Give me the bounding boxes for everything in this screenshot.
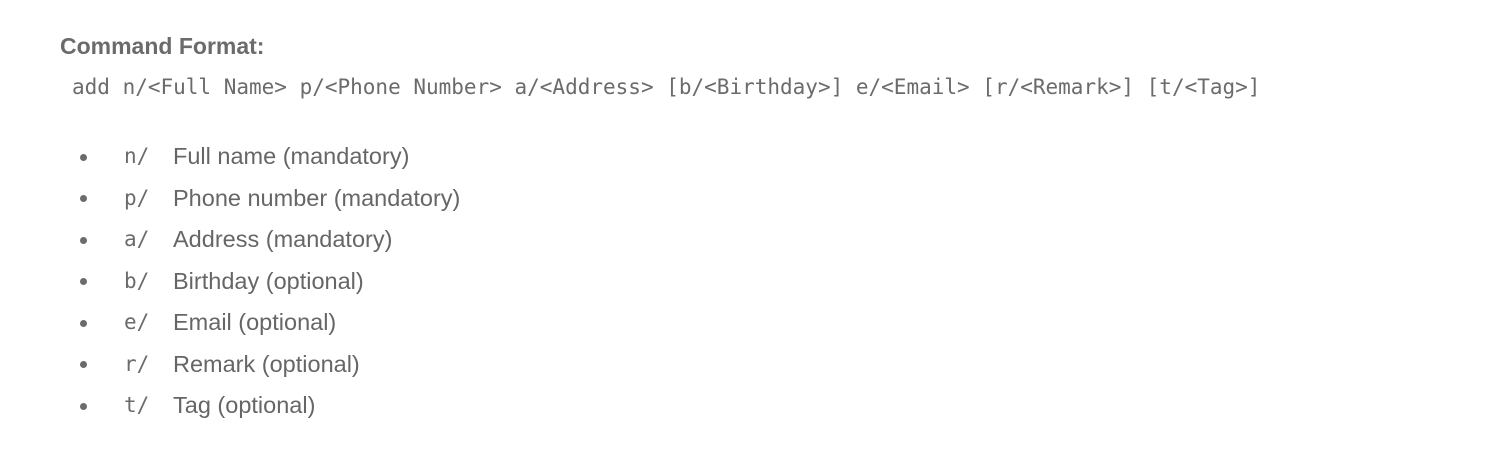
parameter-item-name: n/ Full name (mandatory) xyxy=(60,136,1480,178)
command-format-section: Command Format: add n/<Full Name> p/<Pho… xyxy=(60,30,1480,427)
parameter-item-phone: p/ Phone number (mandatory) xyxy=(60,178,1480,220)
parameter-description: Birthday (optional) xyxy=(173,267,364,294)
parameter-description: Tag (optional) xyxy=(173,392,316,418)
parameter-description: Phone number (mandatory) xyxy=(173,184,461,211)
parameter-description: Remark (optional) xyxy=(173,350,360,377)
bullet-icon xyxy=(80,361,87,369)
parameter-description: Email (optional) xyxy=(173,309,337,335)
parameter-prefix: e/ xyxy=(124,310,150,334)
bullet-icon xyxy=(80,402,87,410)
parameter-prefix: p/ xyxy=(124,185,150,210)
parameter-item-remark: r/ Remark (optional) xyxy=(60,344,1480,386)
parameter-item-tag: t/ Tag (optional) xyxy=(60,385,1480,427)
parameter-prefix: r/ xyxy=(124,351,150,376)
parameter-description: Address (mandatory) xyxy=(173,226,393,252)
parameter-item-email: e/ Email (optional) xyxy=(60,302,1480,344)
parameter-prefix: b/ xyxy=(124,268,150,293)
parameter-prefix: t/ xyxy=(124,393,150,417)
section-heading: Command Format: xyxy=(60,33,265,59)
bullet-icon xyxy=(80,153,87,161)
bullet-icon xyxy=(80,195,87,203)
parameter-item-birthday: b/ Birthday (optional) xyxy=(60,261,1480,303)
parameter-description: Full name (mandatory) xyxy=(173,143,410,169)
bullet-icon xyxy=(80,278,87,286)
bullet-icon xyxy=(80,319,87,327)
parameter-list: n/ Full name (mandatory) p/ Phone number… xyxy=(60,136,1480,427)
parameter-prefix: n/ xyxy=(124,144,150,168)
command-syntax: add n/<Full Name> p/<Phone Number> a/<Ad… xyxy=(72,75,1261,99)
parameter-item-address: a/ Address (mandatory) xyxy=(60,219,1480,261)
parameter-prefix: a/ xyxy=(124,227,150,251)
bullet-icon xyxy=(80,236,87,244)
